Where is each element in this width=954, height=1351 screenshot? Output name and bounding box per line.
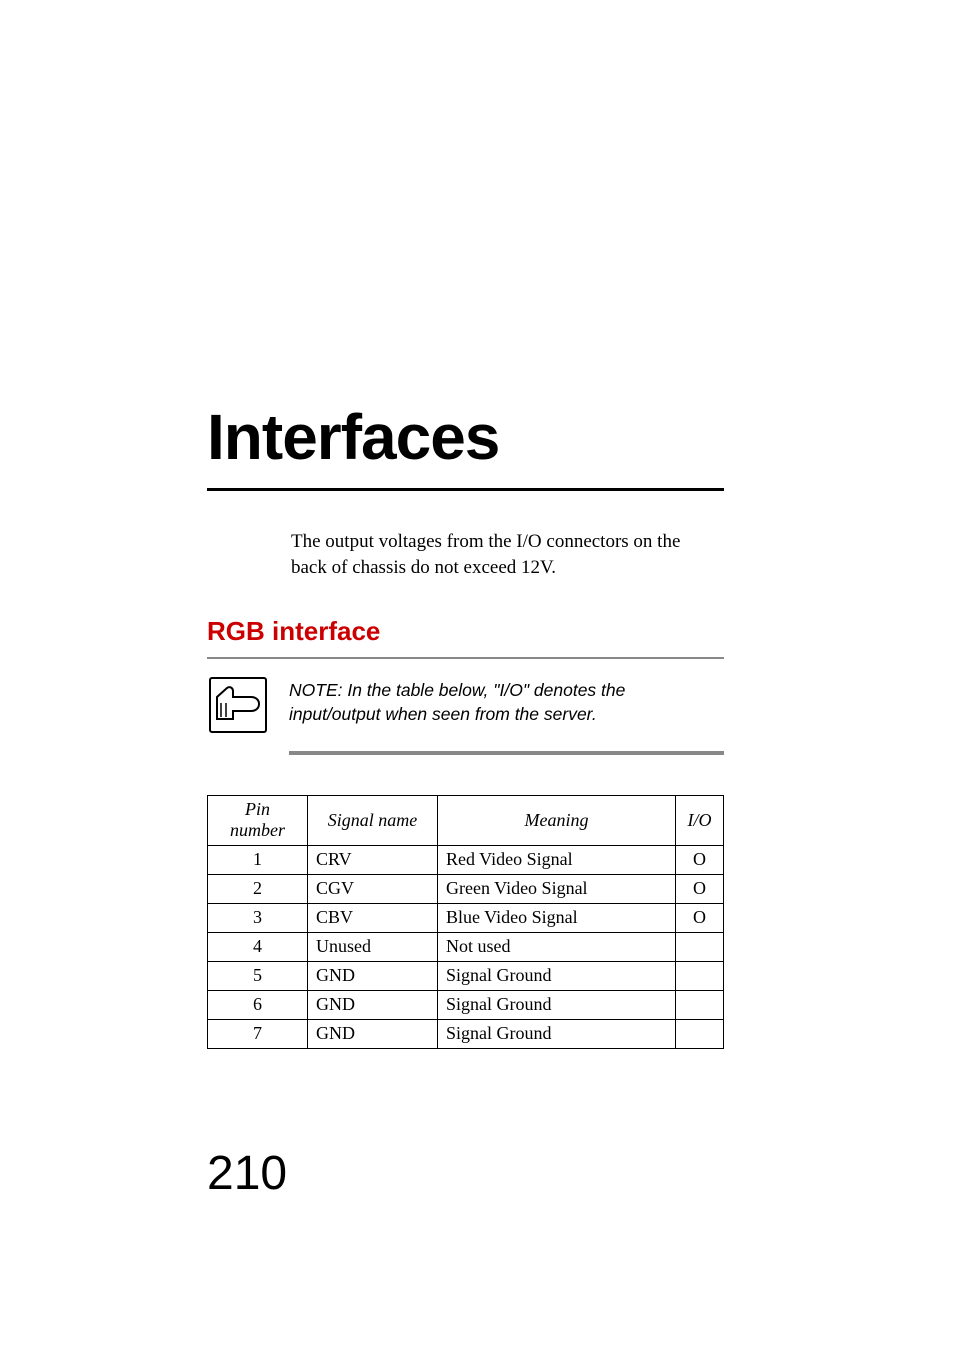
cell-meaning: Red Video Signal [438,846,676,875]
table-header-row: Pin number Signal name Meaning I/O [208,796,724,846]
header-pin: Pin number [208,796,308,846]
cell-io: O [676,904,724,933]
cell-meaning: Green Video Signal [438,875,676,904]
cell-signal: Unused [308,933,438,962]
cell-io [676,933,724,962]
cell-signal: CBV [308,904,438,933]
cell-io [676,1020,724,1049]
cell-pin: 3 [208,904,308,933]
cell-signal: GND [308,1020,438,1049]
cell-meaning: Not used [438,933,676,962]
note-block: NOTE: In the table below, "I/O" denotes … [207,677,724,733]
title-divider [207,488,724,491]
cell-pin: 7 [208,1020,308,1049]
cell-pin: 1 [208,846,308,875]
cell-pin: 5 [208,962,308,991]
cell-signal: CGV [308,875,438,904]
chapter-title: Interfaces [207,400,724,474]
cell-pin: 2 [208,875,308,904]
cell-signal: GND [308,991,438,1020]
table-row: 5 GND Signal Ground [208,962,724,991]
note-bottom-divider [289,751,724,755]
cell-signal: CRV [308,846,438,875]
table-row: 3 CBV Blue Video Signal O [208,904,724,933]
header-signal: Signal name [308,796,438,846]
header-meaning: Meaning [438,796,676,846]
page-content: Interfaces The output voltages from the … [0,0,954,1049]
cell-pin: 4 [208,933,308,962]
cell-io [676,991,724,1020]
table-row: 4 Unused Not used [208,933,724,962]
table-row: 6 GND Signal Ground [208,991,724,1020]
note-text: NOTE: In the table below, "I/O" denotes … [289,677,724,726]
table-row: 7 GND Signal Ground [208,1020,724,1049]
cell-signal: GND [308,962,438,991]
section-heading: RGB interface [207,616,724,647]
table-row: 2 CGV Green Video Signal O [208,875,724,904]
header-io: I/O [676,796,724,846]
cell-io [676,962,724,991]
cell-io: O [676,846,724,875]
cell-meaning: Signal Ground [438,991,676,1020]
page-number: 210 [207,1146,287,1201]
cell-meaning: Blue Video Signal [438,904,676,933]
cell-meaning: Signal Ground [438,1020,676,1049]
cell-pin: 6 [208,991,308,1020]
pin-table: Pin number Signal name Meaning I/O 1 CRV… [207,795,724,1049]
section-divider [207,657,724,659]
cell-io: O [676,875,724,904]
table-row: 1 CRV Red Video Signal O [208,846,724,875]
intro-paragraph: The output voltages from the I/O connect… [291,529,714,580]
pointing-hand-icon [209,677,267,733]
cell-meaning: Signal Ground [438,962,676,991]
